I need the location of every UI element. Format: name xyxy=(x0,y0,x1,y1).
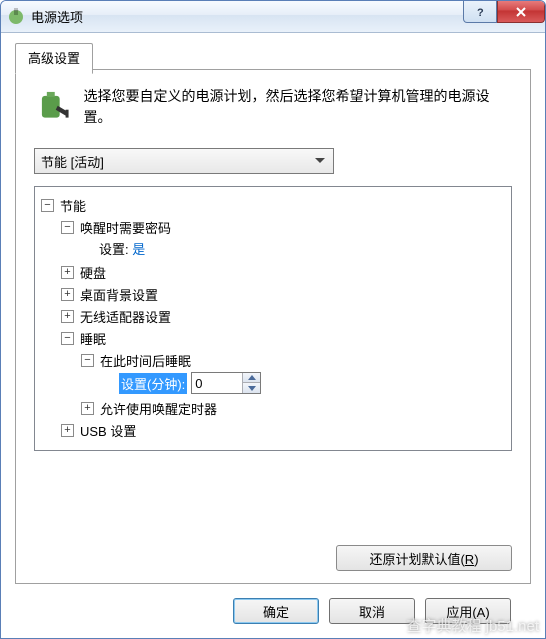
cancel-button[interactable]: 取消 xyxy=(329,598,415,624)
setting-label: 设置: xyxy=(99,242,129,257)
dialog-button-row: 确定 取消 应用(A) xyxy=(233,598,511,624)
tab-advanced-settings[interactable]: 高级设置 xyxy=(15,43,93,74)
power-plug-icon xyxy=(7,8,25,26)
collapse-toggle[interactable]: − xyxy=(61,221,74,234)
battery-plug-icon xyxy=(34,86,74,126)
window-buttons: ? xyxy=(463,1,545,32)
tree-node-sleep[interactable]: 睡眠 xyxy=(80,329,106,348)
setting-label-minutes: 设置(分钟): xyxy=(119,373,187,394)
expand-toggle[interactable]: + xyxy=(61,424,74,437)
collapse-toggle[interactable]: − xyxy=(41,199,54,212)
apply-button[interactable]: 应用(A) xyxy=(425,598,511,624)
tree-node-sleep-after[interactable]: 在此时间后睡眠 xyxy=(100,351,191,370)
intro-row: 选择您要自定义的电源计划，然后选择您希望计算机管理的电源设置。 xyxy=(34,86,512,128)
expand-toggle[interactable]: + xyxy=(61,288,74,301)
collapse-toggle[interactable]: − xyxy=(61,332,74,345)
tree-node-desktop-bg[interactable]: 桌面背景设置 xyxy=(80,285,158,304)
ok-button[interactable]: 确定 xyxy=(233,598,319,624)
tree-node-wake-password[interactable]: 唤醒时需要密码 xyxy=(80,218,171,237)
tab-panel: 选择您要自定义的电源计划，然后选择您希望计算机管理的电源设置。 节能 [活动] … xyxy=(15,69,531,584)
titlebar: 电源选项 ? xyxy=(1,1,545,33)
sleep-minutes-spinner[interactable] xyxy=(191,372,261,394)
tree-node-hdd[interactable]: 硬盘 xyxy=(80,263,106,282)
tree-node-power-saver[interactable]: 节能 xyxy=(60,196,86,215)
intro-text: 选择您要自定义的电源计划，然后选择您希望计算机管理的电源设置。 xyxy=(84,86,513,128)
expand-toggle[interactable]: + xyxy=(61,266,74,279)
close-button[interactable] xyxy=(497,1,545,23)
dialog-body: 高级设置 选择您要自定义的电源计划，然后选择您希望计算机管理的电源设置。 节能 … xyxy=(1,33,545,638)
power-options-window: 电源选项 ? 高级设置 选择您要自定义的电源计划，然后选择您希望计算机管理的电源… xyxy=(0,0,546,639)
collapse-toggle[interactable]: − xyxy=(81,354,94,367)
tree-node-wireless[interactable]: 无线适配器设置 xyxy=(80,307,171,326)
tree-node-wake-timer[interactable]: 允许使用唤醒定时器 xyxy=(100,399,217,418)
tab-strip: 高级设置 xyxy=(15,43,531,70)
chevron-down-icon xyxy=(311,152,329,170)
expand-toggle[interactable]: + xyxy=(81,402,94,415)
combo-selected-text: 节能 [活动] xyxy=(41,152,104,171)
spin-down-button[interactable] xyxy=(243,383,260,393)
setting-value-wake-password[interactable]: 是 xyxy=(132,242,145,257)
settings-tree[interactable]: − 节能 − 唤醒时需要密码 设置: xyxy=(34,186,512,451)
restore-defaults-button[interactable]: 还原计划默认值(R) xyxy=(336,545,512,571)
sleep-minutes-input[interactable] xyxy=(192,375,242,392)
window-title: 电源选项 xyxy=(31,7,463,26)
spin-up-button[interactable] xyxy=(243,373,260,383)
tree-node-usb[interactable]: USB 设置 xyxy=(80,421,136,440)
expand-toggle[interactable]: + xyxy=(61,310,74,323)
help-button[interactable]: ? xyxy=(463,1,497,23)
power-plan-combo[interactable]: 节能 [活动] xyxy=(34,148,334,174)
svg-text:?: ? xyxy=(477,7,484,18)
